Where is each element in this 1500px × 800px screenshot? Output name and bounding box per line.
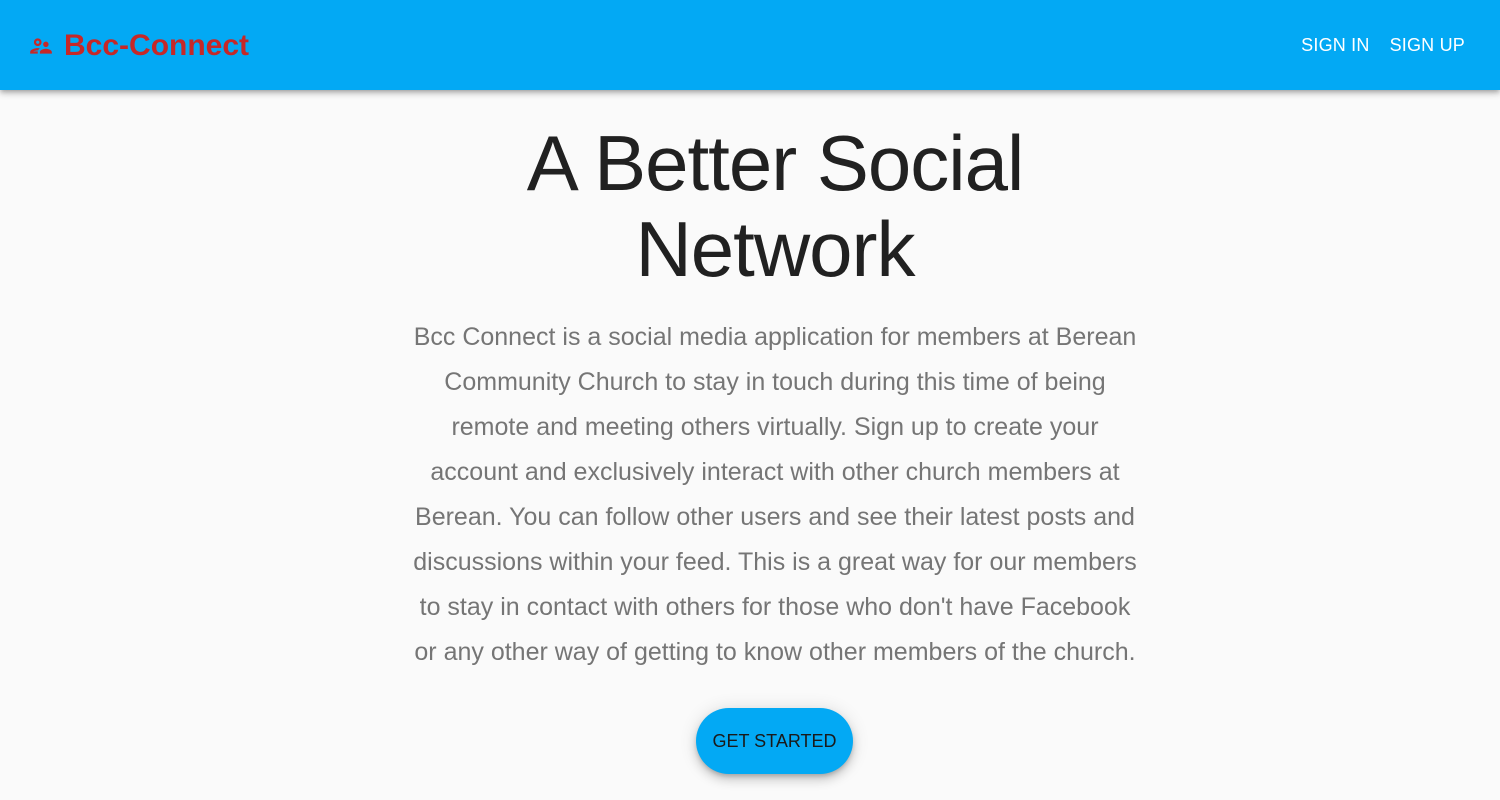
- get-started-button[interactable]: GET STARTED: [696, 708, 853, 774]
- hero-headline: A Better Social Network: [526, 119, 1025, 293]
- top-nav: SIGN IN SIGN UP: [1300, 32, 1466, 58]
- app-bar: Bcc-Connect SIGN IN SIGN UP: [0, 0, 1500, 90]
- brand-title: Bcc-Connect: [64, 29, 250, 62]
- group-people-icon: [28, 33, 54, 59]
- sign-up-link[interactable]: SIGN UP: [1389, 32, 1466, 58]
- brand-logo-link[interactable]: Bcc-Connect: [28, 26, 249, 66]
- hero-section: A Better Social Network Bcc Connect is a…: [0, 90, 1500, 800]
- sign-in-link[interactable]: SIGN IN: [1300, 32, 1370, 58]
- hero-description: Bcc Connect is a social media applicatio…: [413, 323, 1137, 666]
